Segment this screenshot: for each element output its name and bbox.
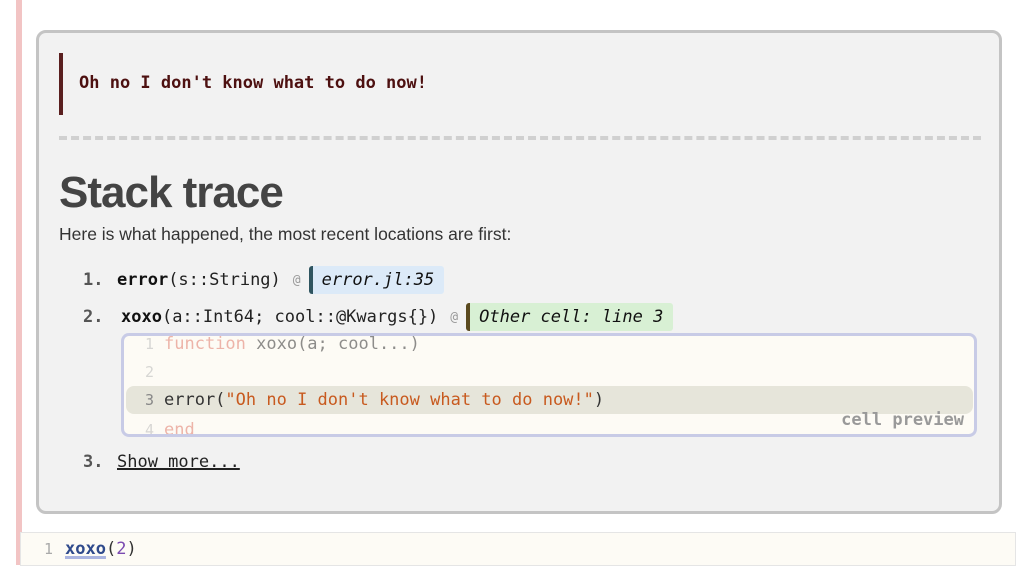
stack-frame-1: 1. error (s::String) @ error.jl:35 (83, 265, 445, 295)
stack-trace-description: Here is what happened, the most recent l… (59, 224, 512, 244)
line-number: 3 (144, 391, 154, 409)
cell-preview-label: cell preview (841, 410, 964, 430)
code-line-2: 2 (124, 358, 974, 386)
dashed-divider (59, 136, 981, 140)
code-string: "Oh no I don't know what to do now!" (225, 390, 594, 410)
stack-frame-show-more: 3. Show more... (83, 447, 240, 477)
code-cell-input[interactable]: 1 xoxo ( 2 ) (20, 532, 1016, 566)
frame-number: 1. (83, 270, 104, 290)
show-more-link[interactable]: Show more... (117, 452, 240, 472)
code-keyword: function (164, 334, 246, 354)
line-number: 2 (144, 363, 154, 381)
code-function-call[interactable]: xoxo (65, 539, 106, 559)
code-number-arg: 2 (116, 539, 127, 559)
code-keyword: end (164, 420, 195, 437)
cell-preview[interactable]: 1 function xoxo(a; cool...) 2 3 error( "… (121, 333, 977, 437)
frame-function-name: error (117, 270, 169, 290)
stack-trace-title: Stack trace (59, 168, 284, 217)
code-text: ) (593, 390, 605, 410)
at-symbol: @ (292, 272, 301, 288)
line-number: 1 (43, 540, 53, 558)
code-paren-open: ( (105, 539, 117, 559)
stack-frame-2: 2. xoxo (a::Int64; cool::@Kwargs{}) @ Ot… (83, 302, 674, 332)
code-paren-close: ) (126, 539, 137, 559)
at-symbol: @ (450, 309, 459, 325)
error-message: Oh no I don't know what to do now! (59, 53, 559, 115)
frame-location-link[interactable]: error.jl:35 (308, 266, 445, 294)
frame-function-name: xoxo (121, 307, 162, 327)
frame-signature: (s::String) (168, 270, 281, 290)
frame-number: 2. (83, 307, 104, 327)
error-output-panel: Oh no I don't know what to do now! Stack… (36, 30, 1002, 514)
code-text: error( (164, 390, 226, 410)
code-text: xoxo(a; cool...) (245, 334, 420, 354)
frame-location-link[interactable]: Other cell: line 3 (466, 303, 674, 331)
frame-number: 3. (83, 452, 104, 472)
line-number: 1 (144, 335, 154, 353)
line-number: 4 (144, 421, 154, 437)
frame-signature: (a::Int64; cool::@Kwargs{}) (161, 307, 439, 327)
code-line-1: 1 function xoxo(a; cool...) (124, 334, 974, 358)
cell-error-indicator-bar (16, 0, 22, 565)
